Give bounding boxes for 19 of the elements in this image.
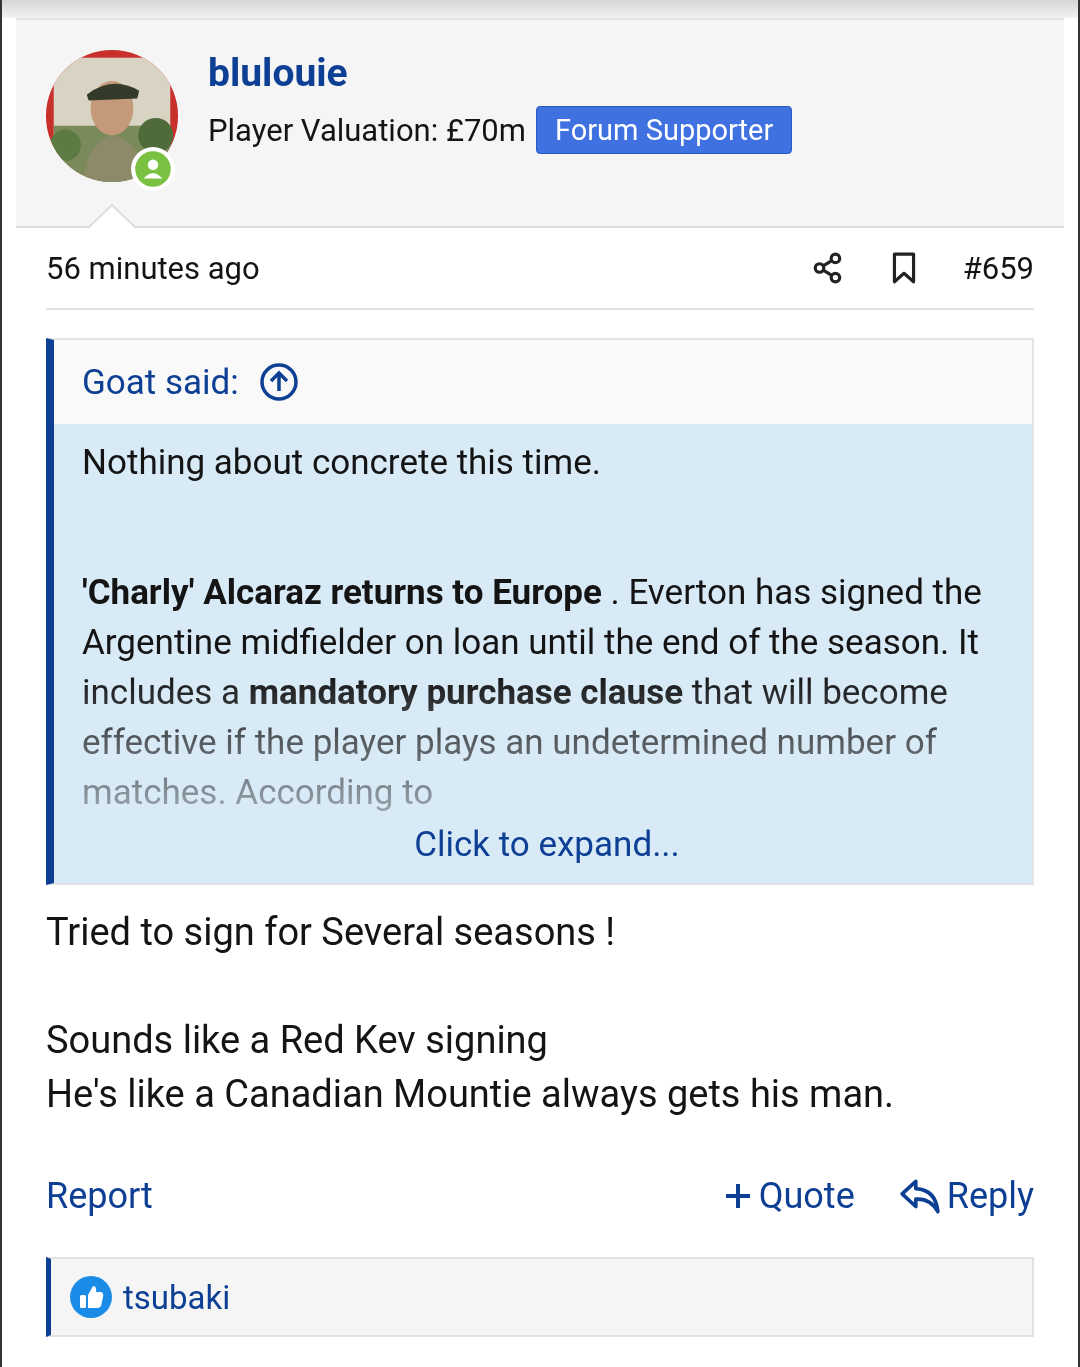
post-number-link[interactable]: #659 — [962, 249, 1034, 287]
user-banner: Forum Supporter — [535, 106, 793, 154]
quote-button[interactable]: Quote — [722, 1175, 855, 1217]
message-text: He's like a Canadian Mountie always gets his man. — [46, 1071, 896, 1118]
report-link[interactable]: Report — [46, 1175, 679, 1217]
post-time[interactable]: 56 minutes ago — [46, 249, 811, 287]
jump-up-icon[interactable] — [258, 362, 299, 402]
reaction-user-link[interactable]: tsubaki — [123, 1277, 231, 1317]
message-text: Tried to sign for Several seasons ! — [46, 909, 617, 956]
message-text: Sounds like a Red Kev signing — [46, 1017, 549, 1064]
like-icon — [69, 1275, 113, 1319]
reply-icon — [898, 1177, 941, 1215]
quote-author[interactable]: Goat said: — [82, 361, 239, 403]
reply-button[interactable]: Reply — [898, 1175, 1034, 1217]
expand-link[interactable]: Click to expand... — [82, 824, 1012, 865]
quote-paragraph: Nothing about concrete this time. — [82, 441, 603, 485]
player-valuation: Player Valuation: £70m — [208, 111, 526, 149]
quote-paragraph: 'Charly' Alcaraz returns to Europe . Everton has signed the Argentine midfielder on loan until the end of the season. It includes a mandatory purchase clause that will become effective if the player plays an undetermined number of matches. According to — [82, 571, 983, 815]
username-link[interactable]: blulouie — [208, 50, 793, 96]
